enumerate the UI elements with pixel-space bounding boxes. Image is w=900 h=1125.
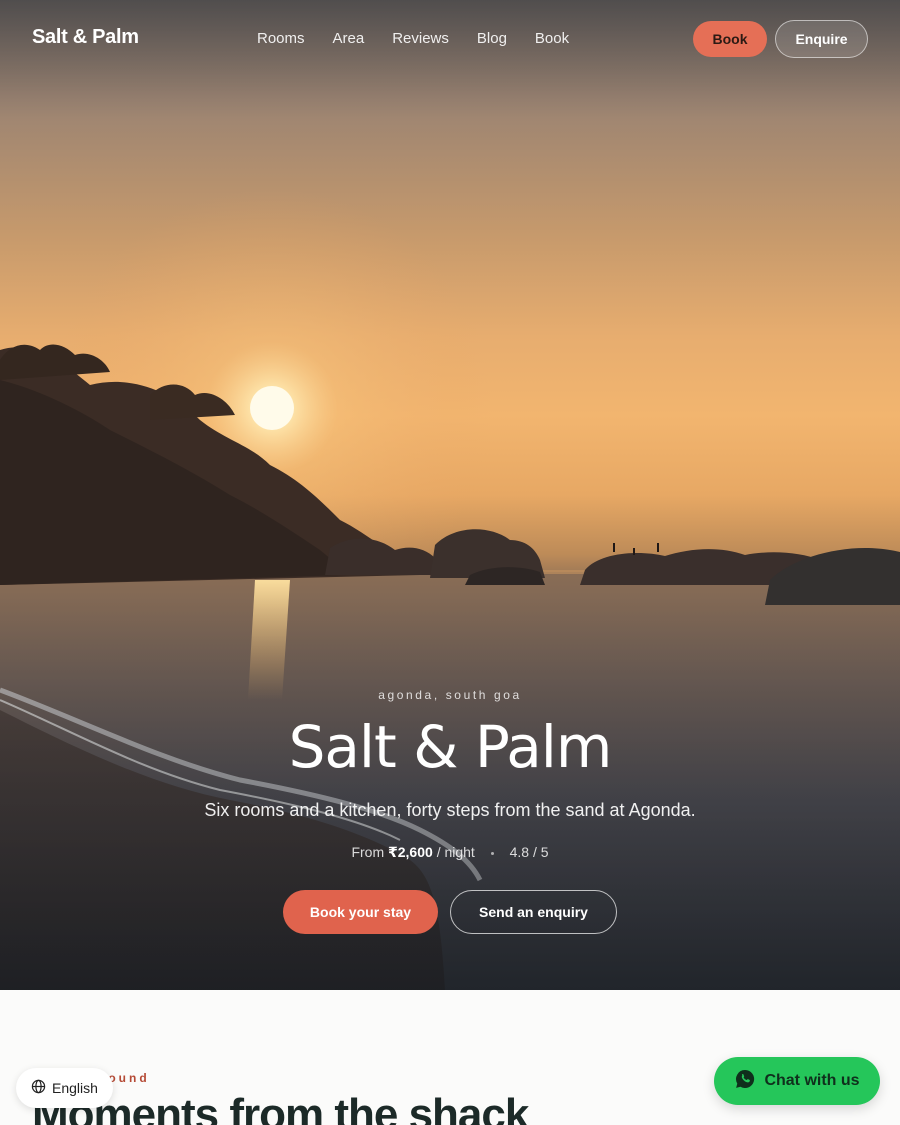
chat-with-us-button[interactable]: Chat with us <box>714 1057 880 1105</box>
hero-title: Salt & Palm <box>288 713 613 781</box>
nav-link-reviews[interactable]: Reviews <box>392 30 449 47</box>
meta-separator <box>490 851 494 855</box>
price-prefix: From <box>351 844 385 860</box>
hero-eyebrow: agonda, south goa <box>378 688 522 702</box>
book-your-stay-button[interactable]: Book your stay <box>283 890 438 934</box>
nav-link-blog[interactable]: Blog <box>477 30 507 47</box>
globe-icon <box>31 1079 46 1097</box>
nav-book-button[interactable]: Book <box>693 21 767 57</box>
nav-enquire-button[interactable]: Enquire <box>775 20 868 58</box>
rating-value: 4.8 / 5 <box>509 844 549 860</box>
price-suffix: / night <box>436 844 475 860</box>
hero-overlay <box>0 0 900 990</box>
nav-link-area[interactable]: Area <box>333 30 365 47</box>
chat-label: Chat with us <box>764 1072 860 1089</box>
send-enquiry-button[interactable]: Send an enquiry <box>450 890 617 934</box>
whatsapp-icon <box>734 1068 756 1095</box>
hero-meta: From ₹2,600 / night 4.8 / 5 <box>0 844 900 861</box>
top-navigation: Salt & Palm Rooms Area Reviews Blog Book… <box>0 0 900 78</box>
nav-links: Rooms Area Reviews Blog Book <box>257 30 597 47</box>
hero-subtitle: Six rooms and a kitchen, forty steps fro… <box>204 800 696 820</box>
language-selector[interactable]: English <box>16 1068 113 1108</box>
price-value: ₹2,600 <box>388 844 433 860</box>
hero-section: agonda, south goa Salt & Palm Six rooms … <box>0 0 900 990</box>
brand-logo[interactable]: Salt & Palm <box>32 26 139 49</box>
nav-link-book[interactable]: Book <box>535 30 569 47</box>
nav-link-rooms[interactable]: Rooms <box>257 30 305 47</box>
language-label: English <box>52 1080 98 1096</box>
